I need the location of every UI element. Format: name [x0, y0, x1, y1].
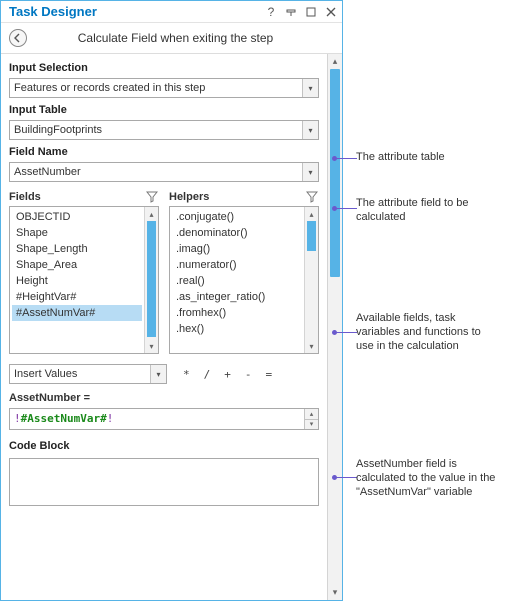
callout-line	[335, 477, 357, 478]
scroll-up-icon[interactable]: ▴	[305, 207, 318, 221]
annotation-attribute-table: The attribute table	[356, 151, 496, 165]
list-item[interactable]: Shape_Area	[12, 257, 142, 273]
scroll-down-icon[interactable]: ▾	[305, 339, 318, 353]
input-selection-label: Input Selection	[9, 62, 319, 74]
input-table-value: BuildingFootprints	[10, 124, 302, 136]
fields-listbox[interactable]: OBJECTIDShapeShape_LengthShape_AreaHeigh…	[9, 206, 159, 354]
autohide-button[interactable]	[284, 5, 298, 19]
code-block-input[interactable]	[9, 458, 319, 506]
operator-button[interactable]: *	[183, 368, 190, 381]
filter-icon[interactable]	[145, 190, 159, 204]
task-designer-panel: Task Designer ? Calculate Field when exi…	[0, 0, 343, 601]
fields-label: Fields	[9, 191, 41, 203]
operator-button[interactable]: =	[266, 368, 273, 381]
callout-line	[335, 208, 357, 209]
annotation-fields-helpers: Available fields, task variables and fun…	[356, 312, 496, 353]
callout-line	[335, 332, 357, 333]
spin-up-icon[interactable]: ▴	[305, 409, 318, 420]
page-title: Calculate Field when exiting the step	[35, 31, 316, 45]
chevron-down-icon: ▾	[150, 365, 166, 383]
maximize-button[interactable]	[304, 5, 318, 19]
field-name-label: Field Name	[9, 146, 319, 158]
scroll-up-icon[interactable]: ▴	[328, 54, 342, 69]
code-block-label: Code Block	[9, 440, 319, 452]
titlebar: Task Designer ?	[1, 1, 342, 23]
list-item[interactable]: .conjugate()	[172, 209, 302, 225]
callout-line	[335, 158, 357, 159]
helpers-listbox[interactable]: .conjugate().denominator().imag().numera…	[169, 206, 319, 354]
close-button[interactable]	[324, 5, 338, 19]
panel-title: Task Designer	[9, 4, 264, 19]
expression-input[interactable]: !#AssetNumVar#! ▴ ▾	[9, 408, 319, 430]
insert-values-combo[interactable]: Insert Values ▾	[9, 364, 167, 384]
list-item[interactable]: OBJECTID	[12, 209, 142, 225]
input-selection-value: Features or records created in this step	[10, 82, 302, 94]
scrollbar-thumb[interactable]	[330, 69, 340, 277]
list-item[interactable]: .denominator()	[172, 225, 302, 241]
input-table-label: Input Table	[9, 104, 319, 116]
field-name-combo[interactable]: AssetNumber ▾	[9, 162, 319, 182]
scrollbar[interactable]: ▴ ▾	[144, 207, 158, 353]
chevron-down-icon: ▾	[302, 163, 318, 181]
operator-button[interactable]: /	[204, 368, 211, 381]
scroll-down-icon[interactable]: ▾	[145, 339, 158, 353]
expression-text: !#AssetNumVar#!	[10, 409, 304, 429]
list-item[interactable]: .real()	[172, 273, 302, 289]
field-name-value: AssetNumber	[10, 166, 302, 178]
helpers-label: Helpers	[169, 191, 209, 203]
annotation-attribute-field: The attribute field to be calculated	[356, 197, 496, 225]
scrollbar[interactable]: ▴ ▾	[304, 207, 318, 353]
content-area: Input Selection Features or records crea…	[1, 54, 327, 600]
panel-scrollbar[interactable]: ▴ ▾	[327, 54, 342, 600]
spin-down-icon[interactable]: ▾	[305, 420, 318, 430]
filter-icon[interactable]	[305, 190, 319, 204]
list-item[interactable]: #AssetNumVar#	[12, 305, 142, 321]
chevron-down-icon: ▾	[302, 79, 318, 97]
list-item[interactable]: Shape	[12, 225, 142, 241]
annotation-expression: AssetNumber field is calculated to the v…	[356, 458, 496, 499]
input-table-combo[interactable]: BuildingFootprints ▾	[9, 120, 319, 140]
insert-values-value: Insert Values	[10, 368, 150, 380]
list-item[interactable]: #HeightVar#	[12, 289, 142, 305]
back-button[interactable]	[9, 29, 27, 47]
help-button[interactable]: ?	[264, 5, 278, 19]
list-item[interactable]: Shape_Length	[12, 241, 142, 257]
list-item[interactable]: Height	[12, 273, 142, 289]
list-item[interactable]: .hex()	[172, 321, 302, 337]
scroll-down-icon[interactable]: ▾	[328, 585, 342, 600]
scrollbar-thumb[interactable]	[147, 221, 156, 337]
expression-label: AssetNumber =	[9, 392, 319, 404]
chevron-down-icon: ▾	[302, 121, 318, 139]
list-item[interactable]: .imag()	[172, 241, 302, 257]
operator-row: * / + - =	[177, 368, 319, 381]
scroll-up-icon[interactable]: ▴	[145, 207, 158, 221]
operator-button[interactable]: -	[245, 368, 252, 381]
scrollbar-thumb[interactable]	[307, 221, 316, 251]
operator-button[interactable]: +	[224, 368, 231, 381]
input-selection-combo[interactable]: Features or records created in this step…	[9, 78, 319, 98]
list-item[interactable]: .as_integer_ratio()	[172, 289, 302, 305]
list-item[interactable]: .fromhex()	[172, 305, 302, 321]
list-item[interactable]: .numerator()	[172, 257, 302, 273]
